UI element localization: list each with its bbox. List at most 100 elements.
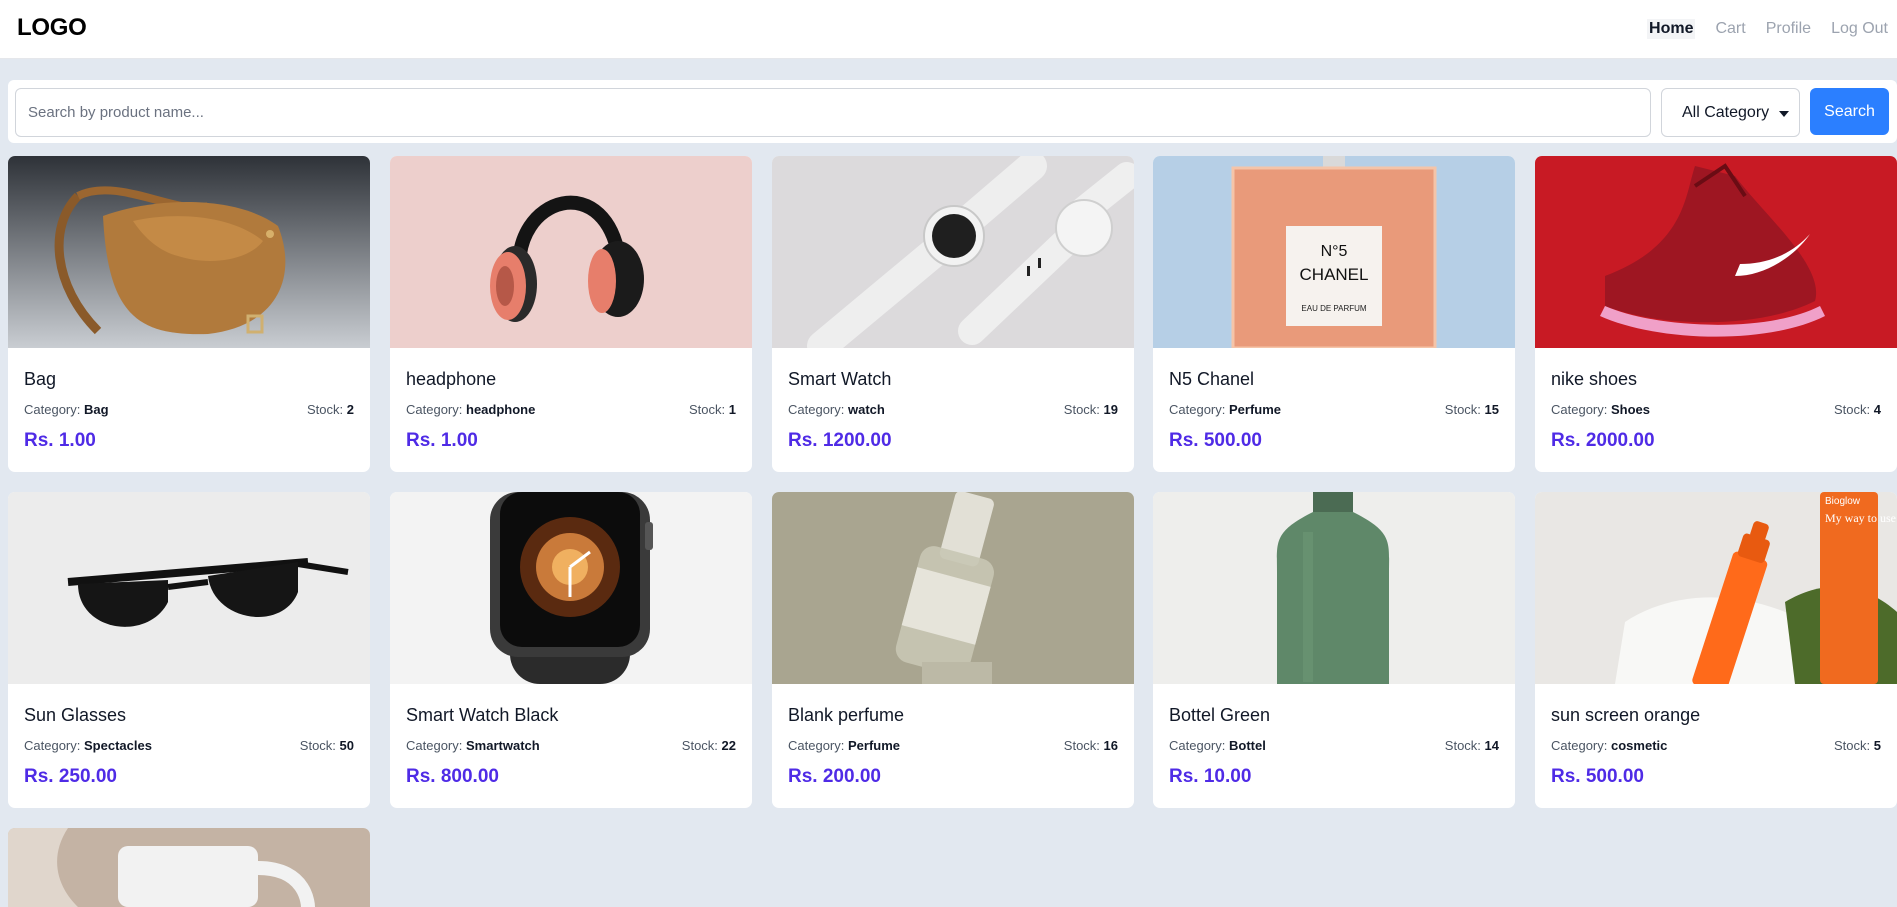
category-value: cosmetic — [1611, 738, 1668, 753]
product-card-mug[interactable] — [8, 828, 370, 907]
product-category: Category: Bottel — [1169, 738, 1266, 753]
product-image[interactable] — [1535, 156, 1897, 348]
product-category: Category: Shoes — [1551, 402, 1650, 417]
leather-bag-image — [8, 156, 370, 348]
search-bar: All Category Search — [8, 80, 1897, 143]
product-image[interactable] — [8, 156, 370, 348]
category-value: Bag — [84, 402, 109, 417]
stock-label: Stock: — [1063, 738, 1100, 753]
product-name[interactable]: nike shoes — [1551, 369, 1637, 390]
category-label: Category: — [24, 402, 81, 417]
stock-label: Stock: — [1834, 738, 1871, 753]
product-price: Rs. 1.00 — [24, 430, 96, 451]
sunscreen-tagline-text: My way to use less makeup — [1825, 511, 1897, 525]
nav-home-link[interactable]: Home — [1647, 19, 1696, 39]
product-card-bottel-green[interactable]: Bottel Green Category: Bottel Stock: 14 … — [1153, 492, 1515, 808]
category-label: Category: — [788, 738, 845, 753]
stock-value: 14 — [1484, 738, 1499, 753]
product-image[interactable]: N°5 CHANEL EAU DE PARFUM — [1153, 156, 1515, 348]
product-image[interactable] — [8, 492, 370, 684]
product-stock: Stock: 19 — [1064, 402, 1118, 417]
product-card-n5-chanel[interactable]: N°5 CHANEL EAU DE PARFUM N5 Chanel Categ… — [1153, 156, 1515, 472]
product-price: Rs. 200.00 — [788, 766, 881, 787]
product-category: Category: Spectacles — [24, 738, 152, 753]
product-price: Rs. 1200.00 — [788, 430, 892, 451]
chanel-brand-text: CHANEL — [1300, 265, 1369, 284]
product-stock: Stock: 14 — [1445, 738, 1499, 753]
product-price: Rs. 800.00 — [406, 766, 499, 787]
product-name[interactable]: Blank perfume — [788, 705, 904, 726]
product-image[interactable] — [8, 828, 370, 907]
product-card-nike-shoes[interactable]: nike shoes Category: Shoes Stock: 4 Rs. … — [1535, 156, 1897, 472]
product-stock: Stock: 22 — [682, 738, 736, 753]
stock-value: 4 — [1873, 402, 1881, 417]
category-label: Category: — [1551, 402, 1608, 417]
product-name[interactable]: Sun Glasses — [24, 705, 126, 726]
nav-logout-link[interactable]: Log Out — [1831, 19, 1888, 39]
product-name[interactable]: Bag — [24, 369, 56, 390]
chanel-edp-text: EAU DE PARFUM — [1301, 304, 1367, 313]
product-name[interactable]: Smart Watch Black — [406, 705, 558, 726]
search-input[interactable] — [15, 88, 1651, 137]
stock-label: Stock: — [689, 402, 726, 417]
product-card-smart-watch[interactable]: Smart Watch Category: watch Stock: 19 Rs… — [772, 156, 1134, 472]
product-image[interactable] — [772, 156, 1134, 348]
product-card-bag[interactable]: Bag Category: Bag Stock: 2 Rs. 1.00 — [8, 156, 370, 472]
product-category: Category: Perfume — [788, 738, 900, 753]
product-name[interactable]: Bottel Green — [1169, 705, 1270, 726]
stock-value: 15 — [1484, 402, 1499, 417]
category-select[interactable]: All Category — [1661, 88, 1800, 137]
category-label: Category: — [1169, 402, 1226, 417]
product-stock: Stock: 4 — [1834, 402, 1881, 417]
white-mug-image — [8, 828, 370, 907]
headphones-image — [390, 156, 752, 348]
product-price: Rs. 2000.00 — [1551, 430, 1655, 451]
product-card-smart-watch-black[interactable]: Smart Watch Black Category: Smartwatch S… — [390, 492, 752, 808]
main-nav: Home Cart Profile Log Out — [1627, 19, 1888, 39]
nav-profile-link[interactable]: Profile — [1766, 19, 1811, 39]
search-button[interactable]: Search — [1810, 88, 1889, 135]
category-value: Shoes — [1611, 402, 1651, 417]
product-stock: Stock: 2 — [307, 402, 354, 417]
product-category: Category: Perfume — [1169, 402, 1281, 417]
product-category: Category: Bag — [24, 402, 109, 417]
chanel-bottle-image: N°5 CHANEL EAU DE PARFUM — [1153, 156, 1515, 348]
stock-value: 16 — [1103, 738, 1118, 753]
orange-sunscreen-image: Bioglow My way to use less makeup — [1535, 492, 1897, 684]
stock-value: 50 — [339, 738, 354, 753]
category-value: Bottel — [1229, 738, 1266, 753]
product-name[interactable]: headphone — [406, 369, 496, 390]
sunscreen-brand-text: Bioglow — [1825, 496, 1861, 507]
category-value: Smartwatch — [466, 738, 540, 753]
stock-label: Stock: — [1063, 402, 1100, 417]
stock-value: 19 — [1103, 402, 1118, 417]
product-card-blank-perfume[interactable]: Blank perfume Category: Perfume Stock: 1… — [772, 492, 1134, 808]
product-name[interactable]: Smart Watch — [788, 369, 891, 390]
category-label: Category: — [1169, 738, 1226, 753]
category-select-value: All Category — [1682, 103, 1770, 121]
black-smartwatch-image — [390, 492, 752, 684]
product-name[interactable]: sun screen orange — [1551, 705, 1700, 726]
stock-label: Stock: — [1444, 402, 1481, 417]
sunscreen-tagline: My way to use less makeup — [1825, 511, 1897, 525]
product-image[interactable] — [772, 492, 1134, 684]
stock-value: 22 — [721, 738, 736, 753]
product-category: Category: watch — [788, 402, 885, 417]
category-value: Perfume — [848, 738, 901, 753]
product-name[interactable]: N5 Chanel — [1169, 369, 1254, 390]
stock-label: Stock: — [1444, 738, 1481, 753]
product-image[interactable]: Bioglow My way to use less makeup — [1535, 492, 1897, 684]
nav-cart-link[interactable]: Cart — [1715, 19, 1745, 39]
product-card-sun-glasses[interactable]: Sun Glasses Category: Spectacles Stock: … — [8, 492, 370, 808]
product-card-headphone[interactable]: headphone Category: headphone Stock: 1 R… — [390, 156, 752, 472]
product-price: Rs. 500.00 — [1169, 430, 1262, 451]
product-image[interactable] — [390, 156, 752, 348]
product-image[interactable] — [1153, 492, 1515, 684]
product-price: Rs. 1.00 — [406, 430, 478, 451]
product-category: Category: headphone — [406, 402, 535, 417]
product-card-sun-screen-orange[interactable]: Bioglow My way to use less makeup sun sc… — [1535, 492, 1897, 808]
logo[interactable]: LOGO — [17, 14, 87, 42]
product-image[interactable] — [390, 492, 752, 684]
stock-value: 2 — [346, 402, 354, 417]
product-price: Rs. 500.00 — [1551, 766, 1644, 787]
